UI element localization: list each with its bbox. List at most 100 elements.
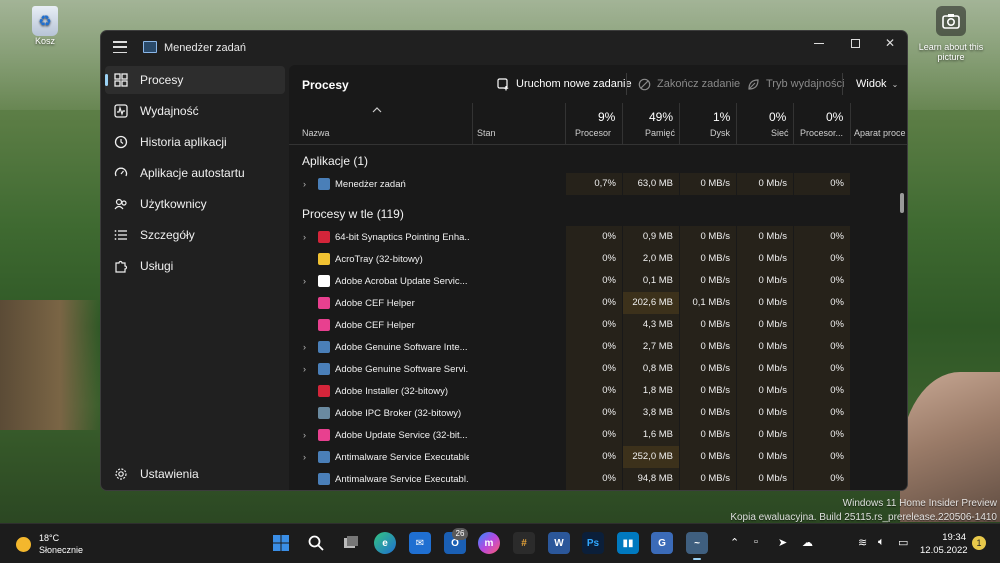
process-mem-value: 1,6 MB bbox=[623, 424, 679, 446]
column-divider bbox=[472, 103, 473, 145]
edge-icon[interactable]: e bbox=[374, 532, 396, 554]
word-icon[interactable]: W bbox=[548, 532, 570, 554]
process-icon bbox=[318, 473, 330, 485]
process-row[interactable]: › 64-bit Synaptics Pointing Enha... 0% 0,9 … bbox=[289, 226, 907, 248]
task-manager-taskbar-icon[interactable]: ~ bbox=[686, 532, 708, 560]
hamburger-menu-icon[interactable] bbox=[113, 41, 127, 53]
process-name: Adobe Update Service (32-bit... bbox=[335, 430, 468, 441]
column-divider bbox=[622, 103, 623, 145]
task-view-button[interactable] bbox=[340, 532, 362, 554]
process-row[interactable]: Adobe Installer (32-bitowy) 0% 1,8 MB 0 MB/… bbox=[289, 380, 907, 402]
process-icon bbox=[318, 275, 330, 287]
cloud-icon[interactable]: ☁ bbox=[802, 536, 813, 549]
group-background-title: Procesy w tle (119) bbox=[302, 207, 404, 221]
sidebar-item-app-history[interactable]: Historia aplikacji bbox=[105, 128, 285, 156]
process-disk-value: 0 MB/s bbox=[680, 358, 736, 380]
end-task-label: Zakończ zadanie bbox=[657, 78, 741, 90]
process-name: Adobe Genuine Software Servi... bbox=[335, 364, 469, 375]
telegram-icon[interactable]: ➤ bbox=[778, 536, 787, 549]
column-network[interactable]: Sieć bbox=[771, 128, 789, 138]
process-net-value: 0 Mb/s bbox=[737, 270, 793, 292]
process-row[interactable]: › Menedżer zadań 0,7% 63,0 MB 0 MB/s 0 Mb/s 0% bbox=[289, 173, 907, 195]
column-cpu[interactable]: Procesor bbox=[575, 128, 611, 138]
view-dropdown[interactable]: Widok ⌄ bbox=[856, 75, 898, 93]
process-row[interactable]: › Adobe Genuine Software Servi... 0% 0,8 MB… bbox=[289, 358, 907, 380]
close-button[interactable]: ✕ bbox=[872, 31, 907, 55]
expand-chevron-icon[interactable]: › bbox=[303, 452, 311, 462]
search-button[interactable] bbox=[305, 532, 327, 554]
minimize-button[interactable] bbox=[801, 31, 837, 55]
new-task-button[interactable]: Uruchom nowe zadanie bbox=[496, 75, 632, 93]
process-row[interactable]: AcroTray (32-bitowy) 0% 2,0 MB 0 MB/s 0 Mb/s… bbox=[289, 248, 907, 270]
process-net-value: 0 Mb/s bbox=[737, 336, 793, 358]
sidebar-item-services[interactable]: Usługi bbox=[105, 252, 285, 280]
process-mem-value: 94,8 MB bbox=[623, 468, 679, 490]
expand-chevron-icon[interactable]: › bbox=[303, 232, 311, 242]
vertical-scrollbar[interactable] bbox=[900, 193, 904, 213]
wifi-icon[interactable]: ≋ bbox=[858, 536, 867, 549]
weather-widget[interactable]: 18°C Słonecznie bbox=[16, 532, 83, 556]
column-memory[interactable]: Pamięć bbox=[645, 128, 675, 138]
expand-chevron-icon[interactable]: › bbox=[303, 342, 311, 352]
mail-icon[interactable]: ✉ bbox=[409, 532, 431, 554]
process-row[interactable]: Adobe IPC Broker (32-bitowy) 0% 3,8 MB 0 MB… bbox=[289, 402, 907, 424]
battery-icon[interactable]: ▭ bbox=[898, 536, 908, 549]
process-mem-value: 4,3 MB bbox=[623, 314, 679, 336]
end-task-button[interactable]: Zakończ zadanie bbox=[637, 75, 740, 93]
column-disk[interactable]: Dysk bbox=[710, 128, 730, 138]
expand-chevron-icon[interactable]: › bbox=[303, 276, 311, 286]
maximize-button[interactable] bbox=[837, 31, 873, 55]
sidebar-item-settings[interactable]: Ustawienia bbox=[105, 460, 285, 488]
process-row[interactable]: › Adobe Update Service (32-bit... 0% 1,6 MB… bbox=[289, 424, 907, 446]
trello-icon[interactable]: ▮▮ bbox=[617, 532, 639, 554]
title-bar[interactable]: Menedżer zadań ✕ bbox=[101, 31, 907, 65]
process-gpu-value: 0% bbox=[794, 270, 850, 292]
sidebar-item-startup-apps[interactable]: Aplikacje autostartu bbox=[105, 159, 285, 187]
process-icon bbox=[318, 429, 330, 441]
volume-icon[interactable]: 🔈︎ bbox=[878, 536, 885, 549]
recycle-bin-desktop-icon[interactable]: ♻ Kosz bbox=[28, 6, 62, 46]
process-row[interactable]: Adobe CEF Helper 0% 4,3 MB 0 MB/s 0 Mb/s 0% bbox=[289, 314, 907, 336]
column-name[interactable]: Nazwa bbox=[302, 128, 330, 138]
expand-chevron-icon[interactable]: › bbox=[303, 430, 311, 440]
sidebar-item-performance[interactable]: Wydajność bbox=[105, 97, 285, 125]
learn-about-picture[interactable]: Learn about this picture bbox=[915, 6, 987, 62]
sidebar-item-label: Użytkownicy bbox=[140, 197, 207, 211]
process-row[interactable]: › Adobe Acrobat Update Servic... 0% 0,1 MB 0… bbox=[289, 270, 907, 292]
clock[interactable]: 19:34 12.05.2022 bbox=[920, 531, 968, 557]
slack-icon[interactable]: # bbox=[513, 532, 535, 554]
messenger-icon[interactable]: m bbox=[478, 532, 500, 554]
efficiency-mode-button[interactable]: Tryb wydajności bbox=[746, 75, 844, 93]
column-gpu-engine[interactable]: Aparat proce bbox=[854, 128, 906, 138]
column-gpu[interactable]: Procesor... bbox=[800, 128, 843, 138]
expand-chevron-icon[interactable]: › bbox=[303, 364, 311, 374]
tray-app-icon[interactable]: ▫ bbox=[754, 536, 758, 548]
sidebar-item-processes[interactable]: Procesy bbox=[105, 66, 285, 94]
process-name: Adobe CEF Helper bbox=[335, 298, 415, 309]
chevron-up-icon[interactable]: ⌃ bbox=[730, 536, 739, 549]
process-gpu-value: 0% bbox=[794, 248, 850, 270]
sidebar-item-users[interactable]: Użytkownicy bbox=[105, 190, 285, 218]
speedometer-icon bbox=[114, 166, 128, 180]
taskbar: 18°C Słonecznie e ✉ O 26 m # W Ps ▮▮ G ~… bbox=[0, 523, 1000, 563]
column-divider bbox=[679, 103, 680, 145]
notification-badge[interactable]: 1 bbox=[972, 536, 986, 550]
table-header: Nazwa Stan 9% Procesor 49% Pamięć 1% Dys… bbox=[289, 103, 907, 145]
start-button[interactable] bbox=[270, 532, 292, 554]
process-icon bbox=[318, 451, 330, 463]
sidebar-item-details[interactable]: Szczegóły bbox=[105, 221, 285, 249]
process-cpu-value: 0% bbox=[566, 424, 622, 446]
task-manager-app-icon bbox=[143, 41, 157, 53]
photoshop-icon[interactable]: Ps bbox=[582, 532, 604, 554]
translator-icon[interactable]: G bbox=[651, 532, 673, 554]
process-row[interactable]: Adobe CEF Helper 0% 202,6 MB 0,1 MB/s 0 Mb/s… bbox=[289, 292, 907, 314]
sort-up-icon[interactable] bbox=[372, 106, 382, 114]
process-row[interactable]: Antimalware Service Executabl... 0% 94,8 M… bbox=[289, 468, 907, 490]
expand-chevron-icon[interactable]: › bbox=[303, 179, 311, 189]
process-row[interactable]: › Adobe Genuine Software Inte... 0% 2,7 MB 0… bbox=[289, 336, 907, 358]
memory-percent: 49% bbox=[649, 110, 674, 124]
process-cpu-value: 0% bbox=[566, 446, 622, 468]
process-row[interactable]: › Antimalware Service Executable 0% 252,0 M… bbox=[289, 446, 907, 468]
column-divider bbox=[793, 103, 794, 145]
column-status[interactable]: Stan bbox=[477, 128, 496, 138]
